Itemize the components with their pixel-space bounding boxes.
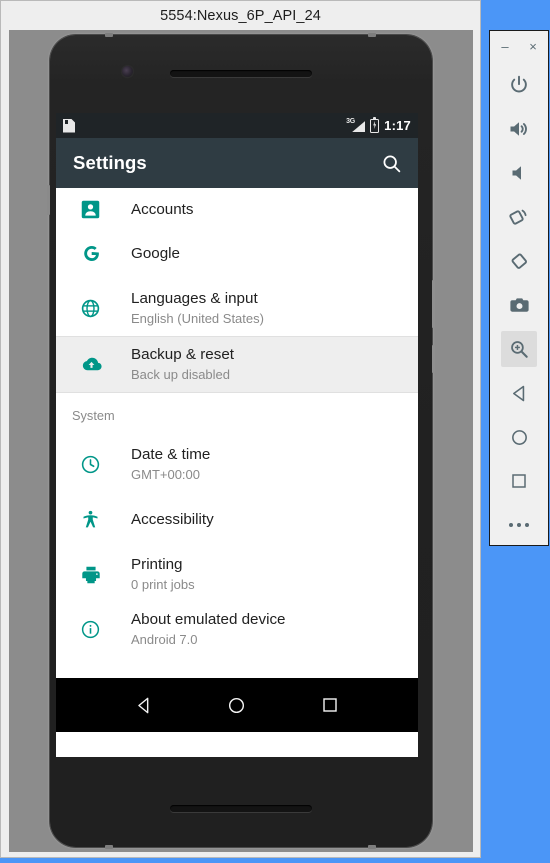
- android-navigation-bar: [56, 678, 418, 732]
- antenna-nub-bottom-right: [368, 845, 376, 849]
- settings-row-subtitle: GMT+00:00: [131, 467, 201, 482]
- cloud-upload-icon: [72, 353, 112, 376]
- phone-screen: 3G 1:17 Settings Accounts Google Languag…: [56, 113, 418, 757]
- recents-square-icon[interactable]: [309, 684, 351, 726]
- settings-row-subtitle: English (United States): [131, 311, 264, 326]
- settings-row-subtitle: 0 print jobs: [131, 577, 195, 592]
- clock-icon: [72, 454, 112, 475]
- info-circle-icon: [72, 619, 112, 640]
- camera-icon[interactable]: [501, 287, 537, 323]
- more-dots-icon[interactable]: [501, 507, 537, 543]
- account-box-icon: [72, 199, 112, 220]
- settings-row-title: Date & time: [131, 446, 211, 463]
- settings-row-accounts[interactable]: Accounts: [56, 188, 418, 226]
- settings-row-languages-input[interactable]: Languages & input English (United States…: [56, 281, 418, 336]
- back-triangle-icon[interactable]: [501, 375, 537, 411]
- home-circle-icon[interactable]: [216, 684, 258, 726]
- settings-row-title: Google: [131, 244, 180, 262]
- accessibility-icon: [72, 509, 112, 530]
- settings-row-about-device[interactable]: About emulated device Android 7.0: [56, 602, 418, 657]
- zoom-in-icon[interactable]: [501, 331, 537, 367]
- settings-row-title: Accounts: [131, 201, 194, 218]
- volume-up-icon[interactable]: [501, 111, 537, 147]
- rotate-right-icon[interactable]: [501, 243, 537, 279]
- settings-row-title: About emulated device: [131, 611, 286, 628]
- emulator-titlebar: 5554:Nexus_6P_API_24: [1, 1, 480, 30]
- antenna-nub-bottom-left: [105, 845, 113, 849]
- status-bar-right-icons: 3G 1:17: [346, 116, 411, 133]
- bottom-speaker: [170, 805, 312, 812]
- sd-card-icon: [63, 119, 75, 133]
- settings-row-date-time-text: Date & time GMT+00:00: [112, 445, 210, 484]
- settings-list[interactable]: Accounts Google Languages & input Englis…: [56, 188, 418, 678]
- settings-row-title: Backup & reset: [131, 346, 234, 363]
- settings-row-accessibility-text: Accessibility: [112, 510, 214, 530]
- minimize-icon[interactable]: –: [498, 39, 512, 53]
- page-title: Settings: [73, 152, 147, 173]
- settings-row-accounts-text: Accounts: [112, 200, 193, 220]
- section-header-system: System: [56, 393, 418, 437]
- home-circle-icon[interactable]: [501, 419, 537, 455]
- settings-row-about-device-text: About emulated device Android 7.0: [112, 610, 286, 649]
- more-dots-glyph: [509, 523, 529, 527]
- settings-row-title: Printing: [131, 556, 183, 573]
- settings-row-google-text: Google: [112, 244, 180, 264]
- settings-row-date-time[interactable]: Date & time GMT+00:00: [56, 437, 418, 492]
- settings-row-title: Languages & input: [131, 290, 258, 307]
- emulator-window: 5554:Nexus_6P_API_24 3G 1:17 Settings Ac…: [0, 0, 481, 858]
- rotate-left-icon[interactable]: [501, 199, 537, 235]
- antenna-nub-top-right: [368, 33, 376, 37]
- phone-stage-background: 3G 1:17 Settings Accounts Google Languag…: [9, 30, 473, 852]
- settings-row-google[interactable]: Google: [56, 226, 418, 281]
- settings-row-accessibility[interactable]: Accessibility: [56, 492, 418, 547]
- settings-row-printing-text: Printing 0 print jobs: [112, 555, 195, 594]
- settings-row-languages-input-text: Languages & input English (United States…: [112, 289, 264, 328]
- settings-row-subtitle: Android 7.0: [131, 632, 198, 647]
- network-type-label: 3G: [346, 118, 355, 125]
- status-bar-clock: 1:17: [384, 118, 411, 133]
- settings-row-title: Accessibility: [131, 510, 214, 528]
- emulator-toolbar-window-controls: – ×: [490, 33, 548, 59]
- settings-row-printing[interactable]: Printing 0 print jobs: [56, 547, 418, 602]
- antenna-nub-top-left: [105, 33, 113, 37]
- earpiece-speaker: [170, 70, 312, 77]
- power-side-button[interactable]: [432, 280, 435, 328]
- phone-device-body: 3G 1:17 Settings Accounts Google Languag…: [47, 33, 435, 849]
- battery-charging-icon: [370, 116, 380, 133]
- settings-row-backup-reset-text: Backup & reset Back up disabled: [112, 345, 234, 384]
- signal-bars-icon: 3G: [346, 118, 366, 133]
- emulator-side-toolbar: – ×: [489, 30, 549, 546]
- volume-down-icon[interactable]: [501, 155, 537, 191]
- search-icon[interactable]: [378, 150, 404, 176]
- android-status-bar: 3G 1:17: [56, 113, 418, 138]
- settings-row-backup-reset[interactable]: Backup & reset Back up disabled: [56, 337, 418, 392]
- front-camera-icon: [122, 66, 133, 77]
- status-bar-left-icons: [63, 119, 346, 133]
- recents-square-icon[interactable]: [501, 463, 537, 499]
- power-icon[interactable]: [501, 67, 537, 103]
- settings-row-subtitle: Back up disabled: [131, 367, 231, 382]
- google-g-icon: [72, 242, 112, 265]
- settings-app-bar: Settings: [56, 138, 418, 188]
- close-icon[interactable]: ×: [526, 39, 540, 53]
- volume-side-button[interactable]: [432, 345, 435, 373]
- back-triangle-icon[interactable]: [123, 684, 165, 726]
- printer-icon: [72, 564, 112, 586]
- globe-icon: [72, 298, 112, 319]
- left-side-button[interactable]: [47, 185, 50, 215]
- emulator-window-title: 5554:Nexus_6P_API_24: [160, 7, 321, 24]
